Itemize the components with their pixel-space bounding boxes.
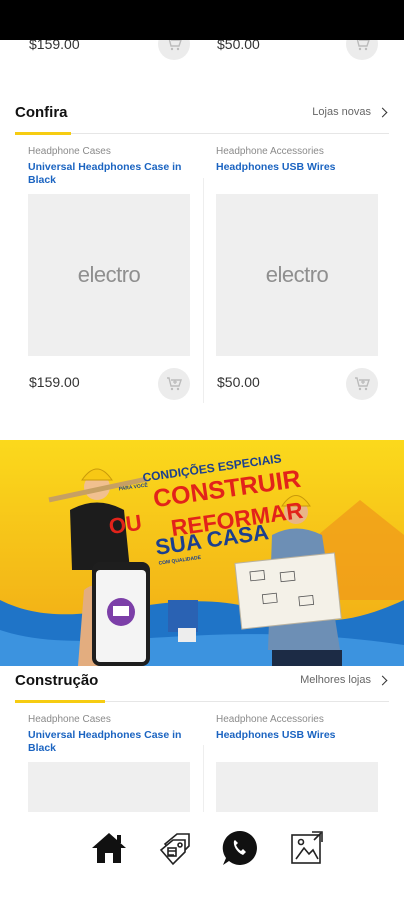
product-card[interactable]: Headphone Cases Universal Headphones Cas…	[28, 145, 200, 405]
whatsapp-icon[interactable]	[220, 828, 260, 868]
section-header-confira: Confira Lojas novas	[0, 104, 404, 138]
product-image[interactable]: electro	[216, 194, 378, 356]
section-title: Confira	[15, 104, 68, 121]
see-more-link[interactable]: Melhores lojas	[300, 674, 388, 686]
column-divider	[203, 745, 204, 812]
gallery-icon[interactable]	[287, 828, 327, 868]
add-to-cart-button[interactable]	[158, 368, 190, 400]
add-to-cart-button[interactable]	[346, 368, 378, 400]
banner-headline: CONDIÇÕES ESPECIAIS PARA VOCÊ CONSTRUIR …	[107, 451, 312, 566]
section-title: Construção	[15, 672, 99, 689]
product-image[interactable]: electro	[28, 194, 190, 356]
section-underline	[15, 132, 71, 135]
chevron-right-icon	[377, 675, 388, 685]
product-card[interactable]: Headphone Cases Universal Headphones Cas…	[28, 713, 200, 812]
product-card[interactable]: Headphone Accessories Headphones USB Wir…	[216, 145, 388, 405]
product-image[interactable]	[216, 762, 378, 812]
column-divider	[203, 178, 204, 403]
product-card[interactable]: Headphone Accessories Headphones USB Wir…	[216, 713, 388, 812]
product-name[interactable]: Headphones USB Wires	[216, 729, 388, 742]
price-tags-icon[interactable]	[155, 828, 195, 868]
chevron-right-icon	[377, 107, 388, 117]
divider	[15, 133, 389, 134]
status-bar	[0, 0, 404, 40]
see-more-link[interactable]: Lojas novas	[312, 106, 388, 118]
page: $159.00 $50.00 Confira Lojas novas Headp…	[0, 0, 404, 900]
section-underline	[15, 700, 105, 703]
section-header-construcao: Construção Melhores lojas	[0, 672, 404, 706]
product-name[interactable]: Universal Headphones Case in Black	[28, 729, 200, 755]
product-category: Headphone Cases	[28, 146, 111, 157]
image-placeholder-text: electro	[265, 262, 329, 287]
product-name[interactable]: Universal Headphones Case in Black	[28, 161, 200, 187]
product-price: $159.00	[29, 374, 80, 390]
product-image[interactable]	[28, 762, 190, 812]
home-icon[interactable]	[89, 828, 129, 868]
product-category: Headphone Cases	[28, 714, 111, 725]
image-placeholder-text: electro	[77, 262, 141, 287]
see-more-label: Melhores lojas	[300, 674, 371, 686]
cart-plus-icon	[355, 377, 370, 391]
cart-plus-icon	[167, 377, 182, 391]
see-more-label: Lojas novas	[312, 106, 371, 118]
product-category: Headphone Accessories	[216, 146, 324, 157]
bottom-navigation	[0, 812, 404, 900]
promo-banner[interactable]: CONDIÇÕES ESPECIAIS PARA VOCÊ CONSTRUIR …	[0, 440, 404, 666]
product-name[interactable]: Headphones USB Wires	[216, 161, 388, 174]
product-category: Headphone Accessories	[216, 714, 324, 725]
product-price: $50.00	[217, 374, 260, 390]
